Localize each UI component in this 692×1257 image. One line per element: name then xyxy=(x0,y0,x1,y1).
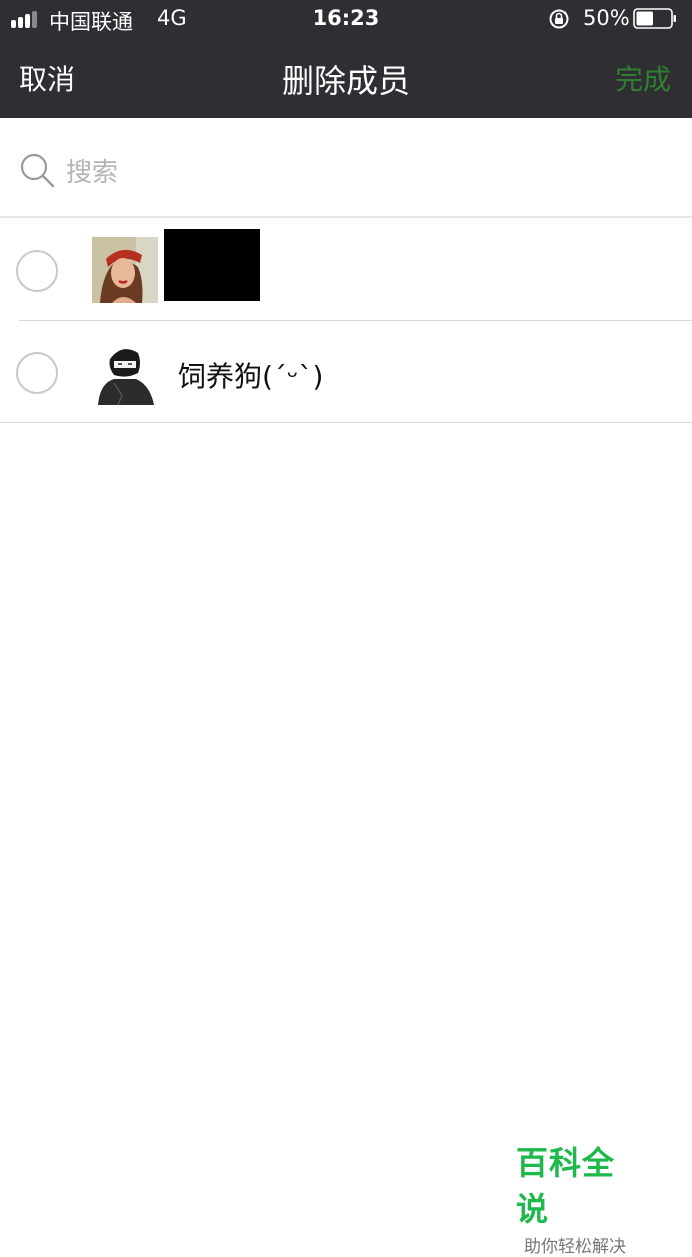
watermark-logo: 百科全说 助你轻松解决 xyxy=(516,1138,646,1257)
avatar xyxy=(92,339,158,405)
status-bar: 中国联通 4G 16:23 50% xyxy=(0,0,692,38)
search-input[interactable]: 搜索 xyxy=(66,152,118,189)
rotation-lock-icon xyxy=(549,9,569,29)
redacted-name xyxy=(164,229,260,301)
done-button[interactable]: 完成 xyxy=(615,58,671,98)
member-select-checkbox[interactable] xyxy=(16,352,58,394)
search-bar[interactable]: 搜索 xyxy=(0,118,692,218)
top-bar: 中国联通 4G 16:23 50% 取消 删除成员 完成 xyxy=(0,0,692,118)
battery-percentage: 50% xyxy=(583,6,630,30)
search-icon xyxy=(20,153,55,188)
avatar xyxy=(92,237,158,303)
list-item[interactable] xyxy=(0,219,692,321)
page-title: 删除成员 xyxy=(281,62,410,100)
navigation-bar: 取消 删除成员 完成 xyxy=(0,38,692,118)
watermark-subtitle: 助你轻松解决 xyxy=(524,1237,626,1257)
member-name: 饲养狗(ˊᵕˋ) xyxy=(178,360,324,393)
watermark-title: 百科全说 xyxy=(516,1144,616,1228)
list-item[interactable]: 饲养狗(ˊᵕˋ) xyxy=(0,321,692,423)
member-select-checkbox[interactable] xyxy=(16,250,58,292)
battery-icon xyxy=(633,8,676,29)
